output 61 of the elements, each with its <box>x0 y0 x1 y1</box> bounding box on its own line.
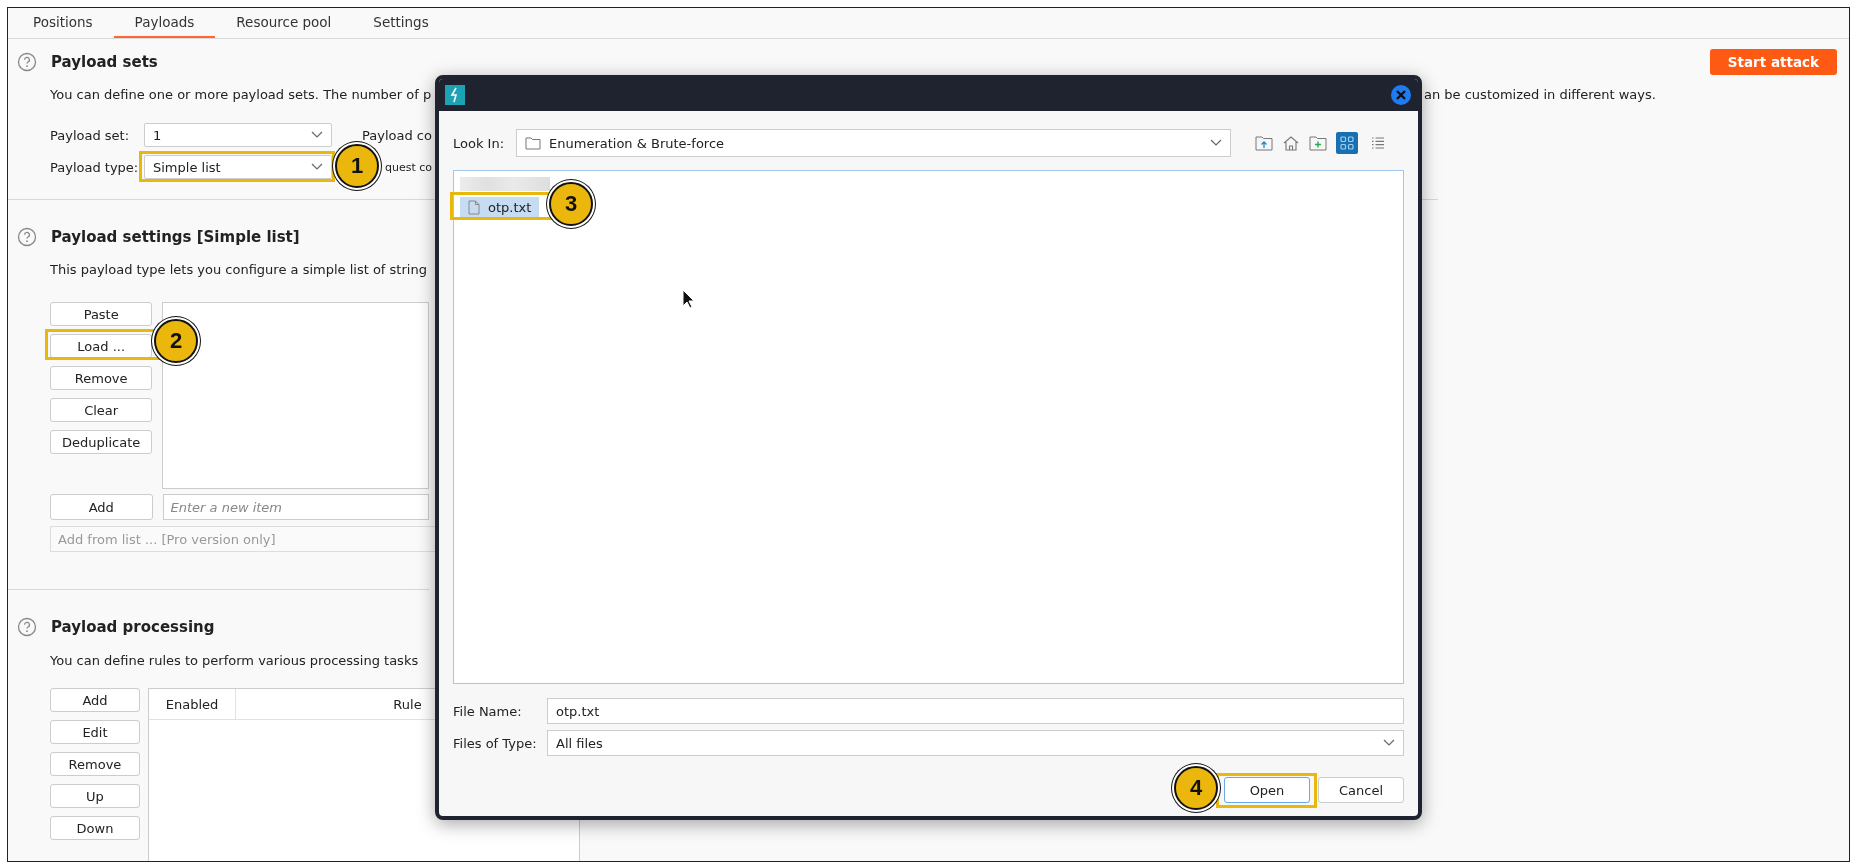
section-description: This payload type lets you configure a simple list of string <box>50 261 427 277</box>
new-folder-icon[interactable] <box>1309 135 1328 151</box>
rule-button[interactable]: Remove <box>50 752 140 776</box>
field-label: Look In: <box>453 135 505 151</box>
column-header[interactable]: Enabled <box>149 689 236 719</box>
rule-button[interactable]: Up <box>50 784 140 808</box>
step-badge: 2 <box>154 319 198 363</box>
help-icon[interactable] <box>17 227 37 247</box>
rule-button[interactable]: Down <box>50 816 140 840</box>
cursor-icon <box>682 289 696 309</box>
section-description: You can define rules to perform various processing tasks <box>50 652 419 668</box>
list-button[interactable]: Load ... <box>50 334 153 358</box>
file-name-field[interactable]: otp.txt <box>547 698 1404 724</box>
help-icon[interactable] <box>17 52 37 72</box>
folder-up-icon[interactable] <box>1255 135 1274 151</box>
help-icon[interactable] <box>17 617 37 637</box>
file-item[interactable]: otp.txt <box>460 197 540 218</box>
section-title: Payload processing <box>51 618 215 636</box>
list-button[interactable]: Remove <box>50 366 153 390</box>
grid-view-button[interactable] <box>1336 132 1359 154</box>
step-badge: 3 <box>549 182 593 226</box>
tab[interactable]: Settings <box>352 8 450 38</box>
close-icon[interactable] <box>1390 84 1412 106</box>
field-label: quest co <box>385 160 433 174</box>
dialog-button[interactable]: Cancel <box>1318 777 1404 803</box>
dialog-button[interactable]: Open <box>1224 777 1310 803</box>
field-label: Files of Type: <box>453 735 538 751</box>
rule-button[interactable]: Add <box>50 688 140 712</box>
chevron-down-icon <box>1210 139 1223 147</box>
list-button[interactable]: Deduplicate <box>50 430 153 454</box>
tab[interactable]: Positions <box>12 8 114 38</box>
section-title: Payload sets <box>51 53 158 71</box>
list-icon <box>1371 136 1386 150</box>
field-label: Payload set: <box>50 127 131 143</box>
app-logo-icon <box>445 85 465 105</box>
tab[interactable]: Resource pool <box>215 8 353 38</box>
look-in-dropdown[interactable]: Enumeration & Brute-force <box>516 129 1232 157</box>
add-button[interactable]: Add <box>50 494 153 520</box>
section-title: Payload settings [Simple list] <box>51 228 300 246</box>
chevron-down-icon <box>311 163 323 171</box>
folder-icon <box>525 136 542 150</box>
file-type-dropdown[interactable]: All files <box>547 730 1404 756</box>
payload-type-dropdown[interactable]: Simple list <box>144 155 332 179</box>
field-label: File Name: <box>453 703 523 719</box>
step-badge: 1 <box>335 144 379 188</box>
home-icon[interactable] <box>1282 135 1301 151</box>
field-label: Payload co <box>362 127 433 143</box>
grid-icon <box>1340 136 1355 150</box>
list-button[interactable]: Paste <box>50 302 153 326</box>
section-description: You can define one or more payload sets. The number of p <box>50 86 433 102</box>
step-badge: 4 <box>1174 766 1218 810</box>
rule-button[interactable]: Edit <box>50 720 140 744</box>
tab[interactable]: Payloads <box>113 8 216 38</box>
section-description: an be customized in different ways. <box>1424 86 1656 102</box>
new-item-field[interactable]: Enter a new item <box>162 494 429 520</box>
chevron-down-icon <box>311 131 323 139</box>
payload-set-dropdown[interactable]: 1 <box>144 123 332 147</box>
file-icon <box>468 200 480 215</box>
list-button[interactable]: Clear <box>50 398 153 422</box>
chevron-down-icon <box>1383 739 1395 747</box>
field-label: Payload type: <box>50 159 136 175</box>
